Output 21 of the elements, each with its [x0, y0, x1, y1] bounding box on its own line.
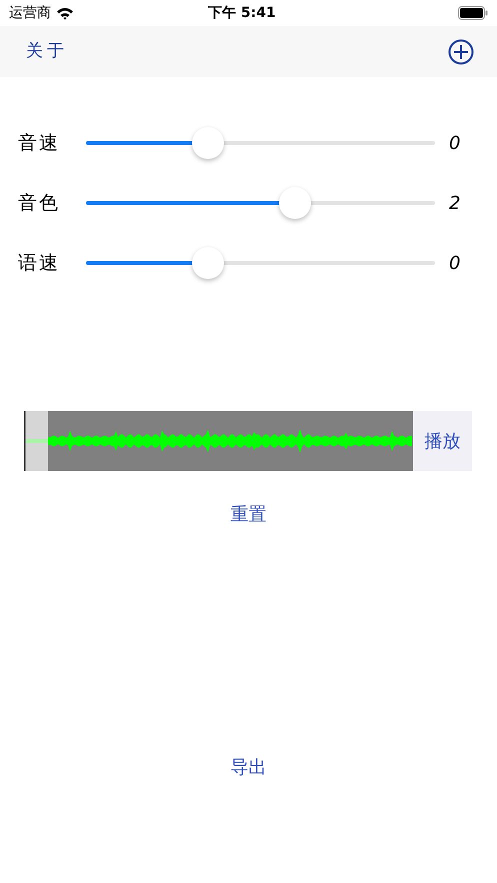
slider-thumb[interactable] — [192, 247, 224, 279]
about-button[interactable]: 关于 — [26, 38, 68, 64]
add-icon[interactable] — [448, 38, 474, 64]
slider[interactable] — [86, 247, 435, 279]
slider-value: 0 — [449, 132, 460, 156]
reset-button[interactable]: 重置 — [230, 501, 266, 528]
slider-label: 音色 — [17, 190, 61, 216]
export-button[interactable]: 导出 — [230, 754, 266, 781]
play-button[interactable]: 播放 — [413, 411, 472, 471]
slider-thumb[interactable] — [192, 127, 224, 159]
slider-thumb[interactable] — [279, 187, 312, 219]
wifi-icon — [56, 6, 74, 20]
slider-label: 音速 — [17, 130, 61, 156]
battery-icon — [458, 6, 488, 20]
slider[interactable] — [86, 127, 435, 159]
slider-value: 0 — [449, 252, 460, 276]
slider-value: 2 — [449, 192, 460, 216]
slider[interactable] — [86, 187, 435, 219]
carrier-label: 运营商 — [9, 4, 51, 22]
slider-label: 语速 — [17, 250, 61, 276]
status-time: 下午 5:41 — [208, 4, 276, 22]
